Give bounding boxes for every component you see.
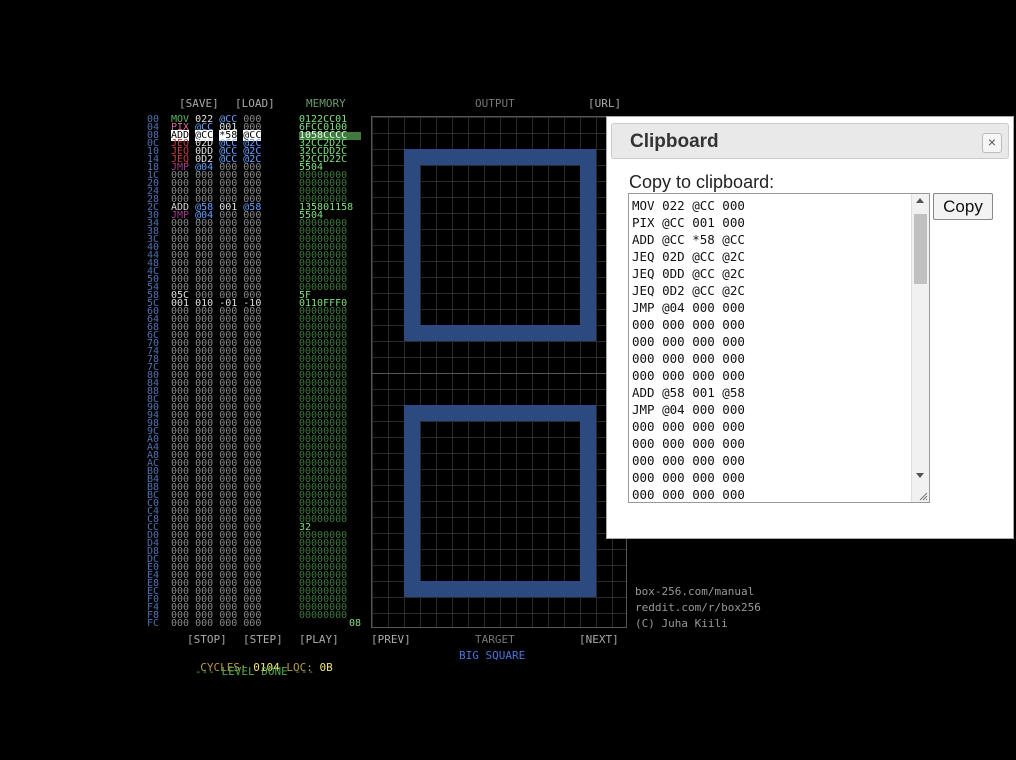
textarea-scrollbar[interactable] bbox=[911, 194, 929, 502]
level-name: BIG SQUARE bbox=[459, 649, 526, 662]
clipboard-line: 000 000 000 000 bbox=[632, 453, 745, 468]
stop-button[interactable]: [STOP] bbox=[187, 634, 227, 646]
target-square-top bbox=[404, 405, 596, 421]
clipboard-line: MOV 022 @CC 000 bbox=[632, 198, 745, 213]
code-row[interactable]: 000 000 000 000 bbox=[171, 618, 261, 629]
target-label: TARGET bbox=[475, 633, 515, 646]
clipboard-line: 000 000 000 000 bbox=[632, 334, 745, 349]
clipboard-line: 000 000 000 000 bbox=[632, 351, 745, 366]
dialog-titlebar[interactable]: Clipboard × bbox=[611, 123, 1009, 159]
clipboard-line: ADD @58 001 @58 bbox=[632, 385, 745, 400]
clipboard-textarea[interactable]: MOV 022 @CC 000 PIX @CC 001 000 ADD @CC *5… bbox=[628, 193, 930, 503]
manual-link[interactable]: box-256.com/manual bbox=[635, 586, 754, 598]
code-editor[interactable]: MOV 022 @CC 000 PIX @CC 001 000 ADD @CC *5… bbox=[171, 115, 262, 629]
output-square-right bbox=[580, 149, 596, 341]
code-cell[interactable]: 000 bbox=[243, 618, 261, 629]
clipboard-line: 000 000 000 000 bbox=[632, 470, 745, 485]
code-cell[interactable]: 000 bbox=[219, 618, 237, 629]
save-button[interactable]: [SAVE] bbox=[179, 98, 219, 110]
clipboard-line: JEQ 02D @CC @2C bbox=[632, 249, 745, 264]
output-square-bottom bbox=[404, 325, 596, 341]
copy-button[interactable]: Copy bbox=[933, 193, 993, 220]
code-cell[interactable]: 000 bbox=[195, 618, 213, 629]
copyright-text: (C) Juha Kiili bbox=[635, 617, 728, 630]
scroll-up-icon[interactable] bbox=[916, 198, 924, 203]
clipboard-line: JMP @04 000 000 bbox=[632, 300, 745, 315]
row-address: FC bbox=[147, 618, 160, 629]
clipboard-text: MOV 022 @CC 000 PIX @CC 001 000 ADD @CC *5… bbox=[632, 197, 745, 502]
address-column: 00 04 08 0C 10 14 18 1C 20 24 28 2C 30 34 38 3C 40 44 48 4C… bbox=[147, 115, 160, 629]
dialog-title: Clipboard bbox=[630, 131, 719, 152]
step-button[interactable]: [STEP] bbox=[243, 634, 283, 646]
play-button[interactable]: [PLAY] bbox=[299, 634, 339, 646]
clipboard-dialog: Clipboard × Copy to clipboard: MOV 022 @… bbox=[606, 116, 1014, 539]
clipboard-line: 000 000 000 000 bbox=[632, 487, 745, 502]
resize-grip-icon[interactable] bbox=[918, 491, 928, 501]
clipboard-line: 000 000 000 000 bbox=[632, 436, 745, 451]
clipboard-line: 000 000 000 000 bbox=[632, 419, 745, 434]
close-icon[interactable]: × bbox=[982, 133, 1002, 153]
loc-value: 0B bbox=[319, 661, 333, 674]
output-grid bbox=[371, 116, 627, 628]
target-square-bottom bbox=[404, 581, 596, 597]
clipboard-line: JEQ 0D2 @CC @2C bbox=[632, 283, 745, 298]
target-square-right bbox=[580, 405, 596, 597]
output-square-top bbox=[404, 149, 596, 165]
scroll-down-icon[interactable] bbox=[916, 473, 924, 478]
memory-header: MEMORY bbox=[306, 97, 346, 110]
output-header: OUTPUT bbox=[475, 97, 515, 110]
code-cell[interactable]: 000 bbox=[171, 618, 189, 629]
clipboard-line: 000 000 000 000 bbox=[632, 317, 745, 332]
reddit-link[interactable]: reddit.com/r/box256 bbox=[635, 602, 761, 614]
clipboard-line: JMP @04 000 000 bbox=[632, 402, 745, 417]
clipboard-line: JEQ 0DD @CC @2C bbox=[632, 266, 745, 281]
copy-label: Copy to clipboard: bbox=[629, 172, 775, 192]
grid-divider bbox=[372, 373, 626, 374]
clipboard-line: PIX @CC 001 000 bbox=[632, 215, 745, 230]
scroll-thumb[interactable] bbox=[914, 214, 927, 284]
next-button[interactable]: [NEXT] bbox=[579, 634, 619, 646]
clipboard-line: 000 000 000 000 bbox=[632, 368, 745, 383]
url-button[interactable]: [URL] bbox=[588, 98, 621, 110]
clipboard-line: ADD @CC *58 @CC bbox=[632, 232, 745, 247]
target-square-left bbox=[404, 405, 420, 597]
memory-column: 0122CC01 6FCC0100 1058CCCC 32CC2D2C 32CCDD2C… bbox=[299, 115, 361, 629]
load-button[interactable]: [LOAD] bbox=[235, 98, 275, 110]
prev-button[interactable]: [PREV] bbox=[371, 634, 411, 646]
level-done-message: --- LEVEL DONE --- bbox=[195, 665, 315, 678]
memory-row: 08 bbox=[348, 618, 361, 629]
output-square-left bbox=[404, 149, 420, 341]
